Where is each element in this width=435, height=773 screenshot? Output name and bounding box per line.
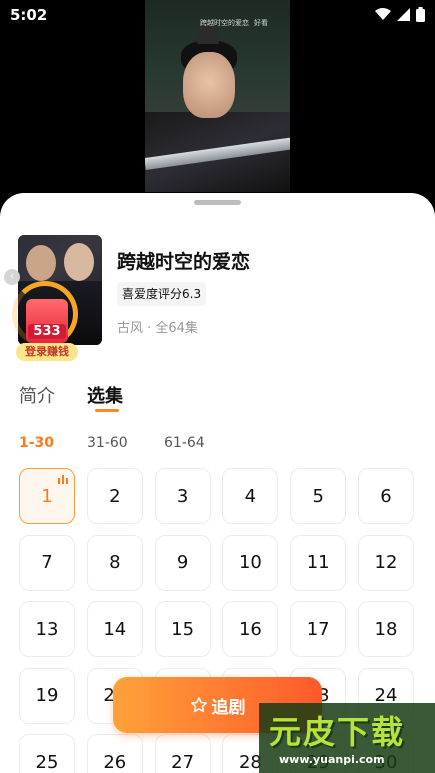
episode-number: 26 [103, 751, 127, 773]
red-packet-reward[interactable]: 533 [26, 299, 68, 343]
drama-meta: 古风 · 全64集 [117, 321, 198, 336]
episode-button[interactable]: 19 [19, 667, 75, 724]
episode-number: 7 [41, 552, 53, 573]
episode-button[interactable]: 14 [86, 601, 143, 657]
episode-number: 4 [244, 485, 257, 507]
status-time: 5:02 [10, 6, 48, 24]
episode-number: 17 [306, 618, 330, 640]
drama-title: 跨越时空的爱恋 [117, 251, 251, 273]
episode-button[interactable]: 17 [290, 601, 347, 657]
cover-art-figure [64, 243, 94, 281]
episode-number: 18 [374, 618, 398, 640]
episode-button[interactable]: 6 [357, 468, 414, 524]
episode-number: 2 [109, 485, 121, 507]
episode-button[interactable]: 27 [154, 734, 211, 773]
tab-episodes[interactable]: 选集 [87, 382, 123, 408]
now-playing-icon [58, 475, 68, 484]
watermark-url: www.yuanpi.com [279, 753, 385, 766]
episode-button[interactable]: 9 [154, 534, 211, 591]
rating-badge: 喜爱度评分6.3 [117, 282, 207, 306]
episode-number: 1 [41, 485, 53, 507]
episode-number: 3 [176, 485, 189, 507]
episode-button[interactable]: 7 [19, 534, 75, 591]
range-tab-61-64[interactable]: 61-64 [164, 435, 205, 451]
episode-number: 27 [171, 751, 195, 773]
episode-number: 6 [380, 485, 392, 507]
episode-number: 11 [306, 552, 330, 573]
sheet-drag-handle[interactable] [194, 200, 241, 205]
episode-button[interactable]: 4 [222, 468, 279, 524]
wifi-icon [375, 8, 391, 20]
episode-button[interactable]: 25 [19, 734, 75, 773]
episode-number: 9 [176, 552, 189, 573]
episode-button[interactable]: 11 [290, 534, 347, 591]
status-icons [375, 7, 425, 22]
follow-label: 追剧 [211, 697, 246, 718]
video-frame-face [183, 52, 235, 118]
episode-button[interactable]: 1 [19, 468, 75, 524]
episode-number: 16 [238, 618, 262, 640]
status-bar: 5:02 [0, 0, 435, 30]
signal-icon [397, 8, 410, 21]
episode-button[interactable]: 13 [19, 601, 75, 657]
episode-button[interactable]: 18 [357, 601, 414, 657]
chevron-left-icon[interactable]: ‹ [4, 269, 20, 285]
episode-button[interactable]: 26 [86, 734, 143, 773]
episode-number: 10 [238, 552, 262, 573]
watermark-brand: 元皮下载 [269, 713, 406, 751]
reward-count: 533 [28, 324, 66, 339]
episode-button[interactable]: 15 [154, 601, 211, 657]
episode-button[interactable]: 16 [222, 601, 279, 657]
episode-number: 5 [312, 485, 324, 507]
cover-art-figure [26, 245, 56, 281]
episode-number: 12 [374, 552, 398, 573]
episode-number: 8 [109, 552, 121, 573]
episode-button[interactable]: 12 [357, 534, 414, 591]
star-icon [190, 697, 207, 713]
tab-intro[interactable]: 简介 [19, 382, 55, 408]
watermark-logo: 元皮下载 www.yuanpi.com [259, 703, 435, 773]
episode-button[interactable]: 10 [222, 534, 279, 591]
range-tab-31-60[interactable]: 31-60 [87, 435, 128, 451]
range-tab-1-30[interactable]: 1-30 [19, 435, 54, 451]
episode-number: 15 [171, 618, 195, 640]
episode-number: 13 [35, 618, 59, 640]
episode-button[interactable]: 2 [86, 468, 143, 524]
episode-button[interactable]: 5 [290, 468, 347, 524]
battery-icon [416, 7, 425, 22]
login-earn-badge[interactable]: 登录赚钱 [16, 343, 78, 361]
episode-button[interactable]: 3 [154, 468, 211, 524]
tab-active-indicator [95, 409, 119, 412]
episode-number: 19 [35, 685, 59, 706]
episode-button[interactable]: 8 [86, 534, 143, 591]
episode-number: 14 [103, 618, 127, 640]
episode-number: 25 [35, 751, 59, 773]
